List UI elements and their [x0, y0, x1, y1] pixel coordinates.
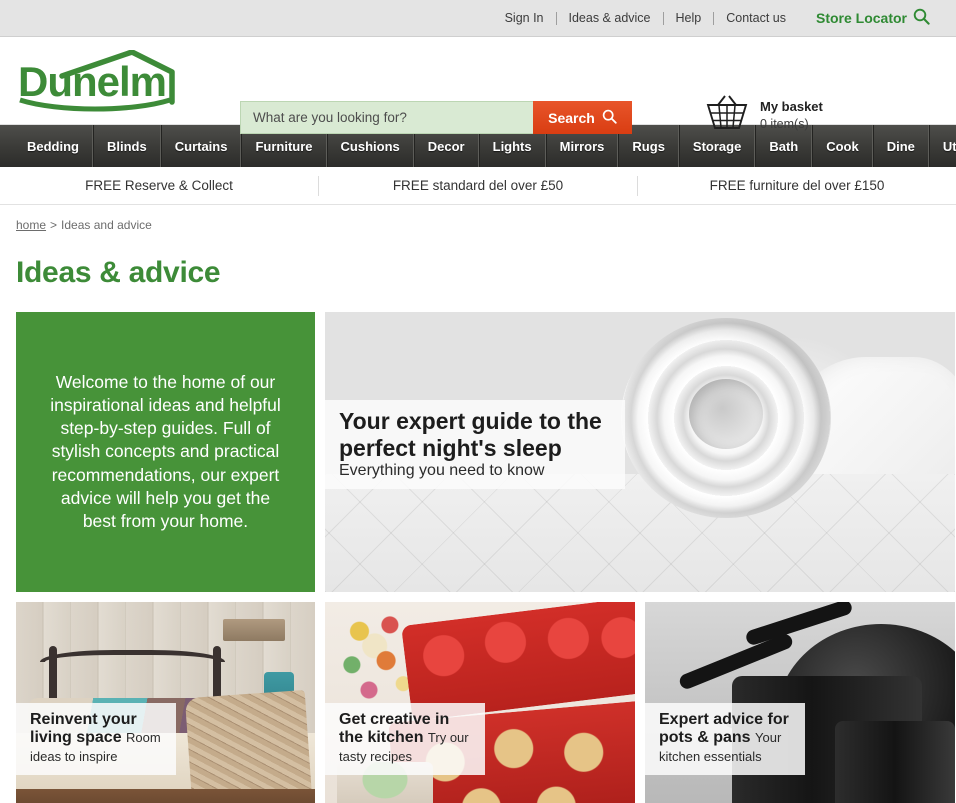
delivery-item-furniture-delivery: FREE furniture del over £150: [709, 177, 885, 193]
svg-text:Dunelm: Dunelm: [18, 58, 166, 105]
hero-caption: Your expert guide to the perfect night's…: [325, 400, 625, 489]
store-locator-link[interactable]: Store Locator: [816, 8, 930, 28]
utility-link-sign-in[interactable]: Sign In: [493, 11, 556, 25]
delivery-item-standard-delivery: FREE standard del over £50: [319, 175, 638, 196]
search-form: Search: [240, 101, 632, 134]
breadcrumb-separator: >: [50, 218, 58, 232]
utility-link-ideas-advice[interactable]: Ideas & advice: [557, 11, 663, 25]
wooden-floor-shape: [16, 789, 315, 803]
card-tile-kitchen[interactable]: Get creative in the kitchen Try our tast…: [325, 602, 635, 803]
search-icon: [602, 109, 617, 127]
content-grid: Welcome to the home of our inspirational…: [16, 312, 955, 803]
wall-shelf-shape: [223, 619, 286, 642]
rolled-duvet-shape: [621, 317, 832, 518]
bed-headboard-shape: [39, 649, 226, 662]
hero-caption-subtitle: Everything you need to know: [339, 461, 545, 479]
hero-caption-title: Your expert guide to the perfect night's…: [339, 408, 602, 461]
basket-link[interactable]: My basket 0 item(s): [705, 95, 823, 136]
search-input[interactable]: [240, 101, 533, 134]
quilted-mattress-shape: [325, 474, 955, 592]
card-tile-living-space[interactable]: Reinvent your living space Room ideas to…: [16, 602, 315, 803]
basket-title: My basket: [760, 99, 823, 115]
saucepan-right-shape: [835, 720, 955, 803]
utility-bar: Sign In Ideas & advice Help Contact us S…: [0, 0, 956, 37]
breadcrumb: home > Ideas and advice: [0, 205, 956, 232]
card-tile-pots-pans[interactable]: Expert advice for pots & pans Your kitch…: [645, 602, 955, 803]
nav-item-bedding[interactable]: Bedding: [14, 125, 93, 167]
utility-link-help[interactable]: Help: [664, 11, 714, 25]
magnifier-icon: [913, 8, 930, 28]
card-caption-title: Reinvent your living space: [30, 710, 137, 747]
duvet-roll-core: [689, 378, 764, 449]
nav-item-curtains[interactable]: Curtains: [160, 125, 242, 167]
knitted-throw-shape: [185, 689, 314, 803]
breadcrumb-home[interactable]: home: [16, 218, 46, 232]
basket-icon: [705, 95, 749, 136]
utility-links: Sign In Ideas & advice Help Contact us: [493, 11, 798, 25]
nav-item-utility[interactable]: Utility: [928, 125, 956, 167]
basket-text: My basket 0 item(s): [760, 98, 823, 132]
basket-count: 0 item(s): [760, 116, 809, 131]
search-button-label: Search: [548, 109, 595, 126]
breadcrumb-current: Ideas and advice: [61, 218, 152, 232]
utility-link-contact-us[interactable]: Contact us: [714, 11, 798, 25]
delivery-item-reserve-collect: FREE Reserve & Collect: [0, 175, 319, 196]
dunelm-logo[interactable]: Dunelm: [14, 48, 184, 112]
welcome-text: Welcome to the home of our inspirational…: [50, 371, 281, 532]
delivery-banner: FREE Reserve & Collect FREE standard del…: [0, 167, 956, 205]
card-caption-pots-pans: Expert advice for pots & pans Your kitch…: [645, 702, 805, 775]
hero-tile-sleep-guide[interactable]: Your expert guide to the perfect night's…: [325, 312, 955, 592]
welcome-tile: Welcome to the home of our inspirational…: [16, 312, 315, 592]
card-caption-living-space: Reinvent your living space Room ideas to…: [16, 702, 176, 775]
store-locator-label: Store Locator: [815, 10, 907, 26]
card-caption-kitchen: Get creative in the kitchen Try our tast…: [325, 702, 485, 775]
nav-item-dine[interactable]: Dine: [872, 125, 929, 167]
search-button[interactable]: Search: [533, 101, 632, 134]
page-title: Ideas & advice: [16, 256, 221, 289]
site-header: Dunelm Search: [0, 37, 956, 134]
nav-item-blinds[interactable]: Blinds: [93, 125, 161, 167]
